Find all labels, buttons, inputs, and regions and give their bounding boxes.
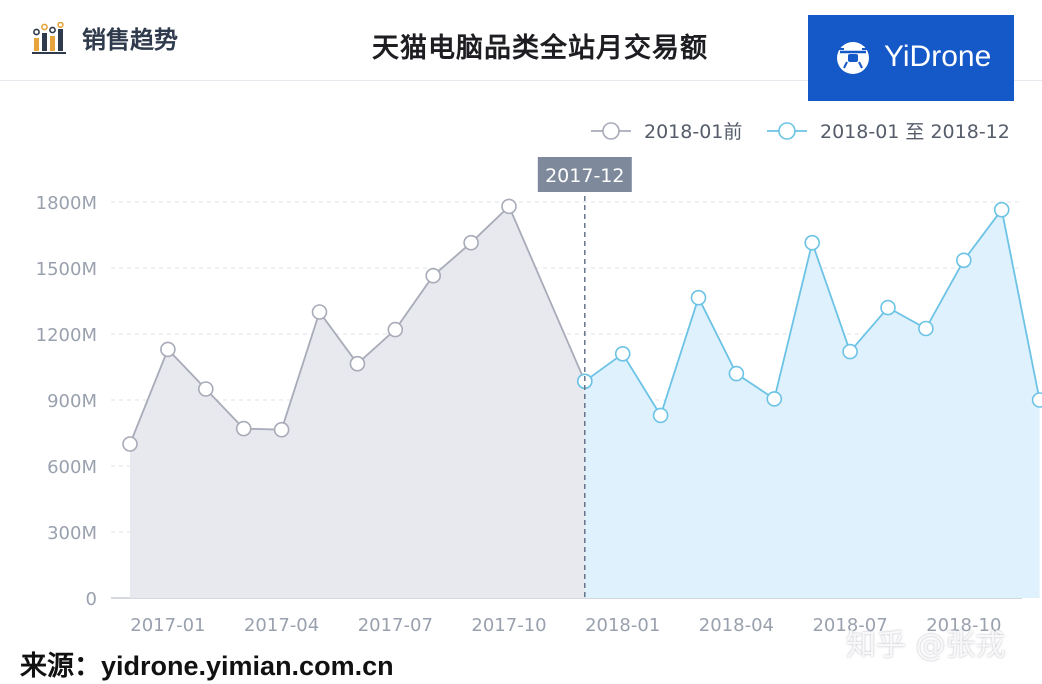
page-title: 天猫电脑品类全站月交易额 — [372, 33, 708, 64]
series-area-1 — [130, 206, 585, 598]
chart: 0 300M 600M 900M 1200M 1500M 1800M 2017-01 2017-… — [36, 121, 1042, 636]
legend-swatch-marker — [602, 122, 620, 140]
data-point — [501, 198, 517, 215]
data-point — [198, 381, 214, 397]
y-tick-label: 1200M — [36, 325, 97, 346]
y-tick-label: 900M — [47, 391, 97, 412]
data-point — [993, 201, 1010, 218]
data-point — [614, 345, 631, 362]
data-point — [842, 343, 858, 360]
brand-name: YiDrone — [884, 40, 992, 73]
x-tick-label: 2017-10 — [471, 615, 546, 636]
data-point — [918, 320, 934, 337]
data-point — [273, 421, 290, 438]
x-tick-label: 2018-04 — [699, 615, 774, 636]
data-point — [690, 289, 707, 306]
data-point — [766, 391, 783, 407]
data-point — [160, 341, 176, 358]
data-point — [1031, 392, 1042, 408]
data-point — [235, 420, 252, 437]
x-tick-label: 2017-07 — [358, 615, 433, 636]
section-label: 销售趋势 — [82, 26, 178, 54]
data-point — [880, 299, 896, 316]
data-point — [349, 355, 366, 372]
data-point — [311, 304, 328, 320]
x-tick-label: 2017-04 — [244, 615, 319, 636]
y-tick-label: 1800M — [36, 193, 97, 214]
data-point — [728, 365, 745, 382]
source-note: 来源：yidrone.yimian.com.cn — [20, 651, 394, 681]
data-point — [122, 436, 138, 452]
y-tick-label: 0 — [86, 589, 97, 610]
data-point — [425, 267, 442, 284]
legend-label: 2018-01前 — [644, 121, 742, 143]
y-tick-label: 1500M — [36, 259, 97, 280]
data-point — [955, 252, 972, 269]
watermark: 知乎 @张戎 — [846, 628, 1006, 663]
x-tick-label: 2018-01 — [585, 615, 660, 636]
y-tick-label: 300M — [47, 523, 97, 544]
data-point — [463, 234, 479, 251]
bar-chart-icon — [32, 22, 66, 54]
drone-icon — [837, 42, 869, 74]
x-tick-label: 2017-01 — [130, 615, 205, 636]
brand-badge: YiDrone — [808, 15, 1014, 101]
legend-swatch-marker — [778, 122, 796, 140]
y-tick-label: 600M — [47, 457, 97, 478]
data-point — [804, 234, 821, 251]
legend-label: 2018-01 至 2018-12 — [820, 121, 1010, 143]
tooltip-label: 2017-12 — [545, 165, 624, 187]
data-point — [387, 321, 404, 338]
data-point — [652, 407, 669, 424]
